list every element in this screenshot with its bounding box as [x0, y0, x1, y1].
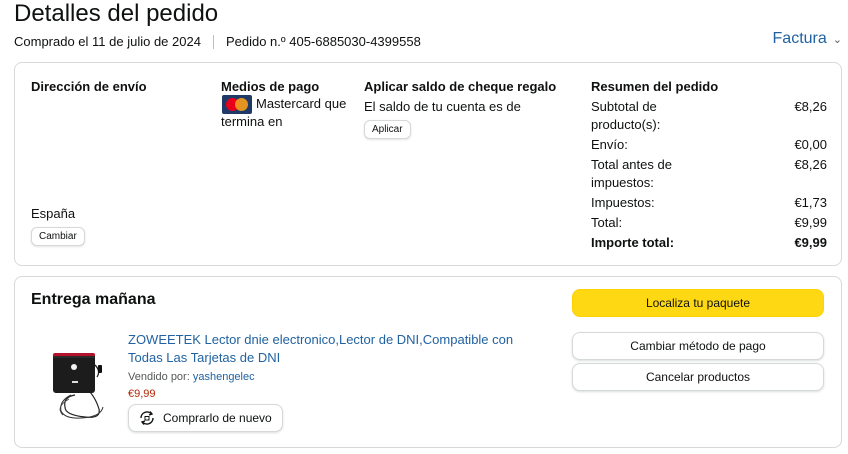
summary-table: Subtotal de producto(s): €8,26 Envío: €0… — [591, 98, 827, 254]
order-date: Comprado el 11 de julio de 2024 — [14, 34, 201, 49]
summary-row-pretax: Total antes de impuestos: €8,26 — [591, 157, 827, 190]
buy-again-label: Comprarlo de nuevo — [163, 411, 272, 425]
summary-row-shipping: Envío: €0,00 — [591, 137, 827, 152]
delivery-title: Entrega mañana — [31, 291, 156, 308]
change-address-button[interactable]: Cambiar — [31, 227, 85, 246]
summary-row-subtotal: Subtotal de producto(s): €8,26 — [591, 99, 827, 132]
seller-prefix: Vendido por: — [128, 371, 190, 383]
gift-heading: Aplicar saldo de cheque regalo — [364, 79, 557, 94]
order-summary-card: Dirección de envío España Cambiar Medios… — [14, 62, 842, 266]
seller-line: Vendido por: yashengelec — [128, 371, 255, 383]
buy-again-icon — [140, 411, 154, 425]
payment-heading: Medios de pago — [221, 79, 320, 94]
invoice-label: Factura — [772, 30, 827, 47]
payment-method-text: Mastercard que termina en — [221, 96, 347, 129]
track-package-button[interactable]: Localiza tu paquete — [572, 289, 824, 317]
summary-heading: Resumen del pedido — [591, 79, 719, 94]
seller-link[interactable]: yashengelec — [193, 371, 255, 383]
summary-row-total: Total: €9,99 — [591, 215, 827, 230]
order-number: Pedido n.º 405-6885030-4399558 — [225, 34, 421, 49]
product-price: €9,99 — [128, 388, 156, 400]
shipping-heading: Dirección de envío — [31, 79, 147, 94]
gift-balance-text: El saldo de tu cuenta es de — [364, 99, 521, 114]
change-payment-button[interactable]: Cambiar método de pago — [572, 332, 824, 360]
chevron-down-icon: ⌄ — [832, 33, 842, 46]
product-image[interactable] — [45, 337, 117, 419]
page-title: Detalles del pedido — [14, 0, 219, 27]
meta-divider — [212, 34, 214, 49]
product-title-link[interactable]: ZOWEETEK Lector dnie electronico,Lector … — [128, 331, 548, 367]
summary-row-tax: Impuestos: €1,73 — [591, 195, 827, 210]
delivery-card: Entrega mañana Localiza tu paquete Cambi… — [14, 276, 842, 448]
apply-gift-button[interactable]: Aplicar — [364, 120, 411, 139]
cancel-items-button[interactable]: Cancelar productos — [572, 363, 824, 391]
buy-again-button[interactable]: Comprarlo de nuevo — [128, 404, 283, 432]
shipping-country: España — [31, 206, 76, 221]
summary-row-grand-total: Importe total: €9,99 — [591, 235, 827, 250]
invoice-dropdown[interactable]: Factura ⌄ — [773, 30, 842, 48]
order-meta: Comprado el 11 de julio de 2024 Pedido n… — [14, 34, 421, 49]
